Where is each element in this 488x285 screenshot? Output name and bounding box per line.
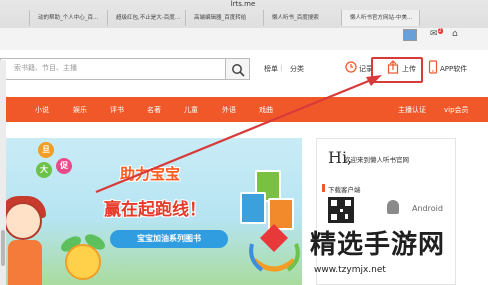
watermark-logo (249, 224, 300, 272)
watermark-url: www.tzymjx.net (314, 265, 386, 275)
watermark-text: 精选手游网 (310, 230, 446, 260)
